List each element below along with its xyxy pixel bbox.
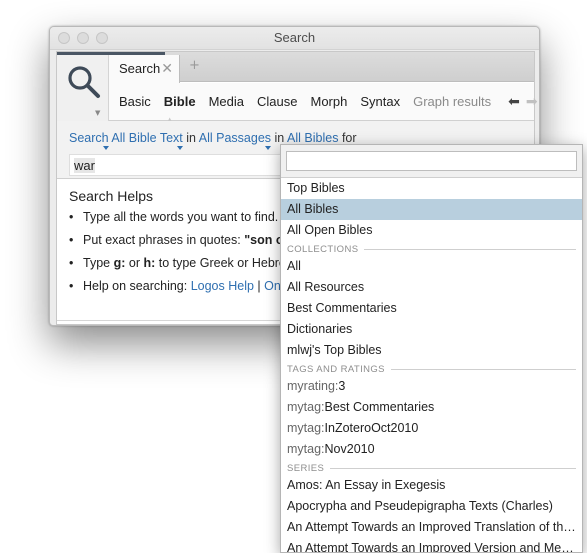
dropdown-filter-input[interactable] xyxy=(286,151,577,171)
menu-item[interactable]: mytag:Best Commentaries xyxy=(281,397,582,418)
menu-item[interactable]: All xyxy=(281,256,582,277)
menu-item[interactable]: myrating:3 xyxy=(281,376,582,397)
search-kind-dropdown[interactable]: Search xyxy=(69,131,109,145)
menu-item-top-bibles[interactable]: Top Bibles xyxy=(281,178,582,199)
nav-media[interactable]: Media xyxy=(209,94,244,109)
window-title: Search xyxy=(273,30,316,45)
menu-item[interactable]: An Attempt Towards an Improved Translati… xyxy=(281,517,582,538)
add-tab-icon[interactable]: + xyxy=(189,58,200,73)
resources-dropdown[interactable]: All Bibles xyxy=(287,131,338,145)
caret-down-icon: ▼ xyxy=(95,109,101,117)
menu-item-all-open-bibles[interactable]: All Open Bibles xyxy=(281,220,582,241)
search-menu-button[interactable]: ▼ xyxy=(57,55,109,121)
tab-strip: Search ✕ + xyxy=(57,52,534,83)
section-header-series: SERIES xyxy=(281,460,582,475)
search-scope-dropdown[interactable]: All Bible Text xyxy=(111,131,182,145)
resources-dropdown-menu: Top Bibles All Bibles All Open Bibles CO… xyxy=(280,144,583,553)
tab-search[interactable]: Search ✕ xyxy=(109,55,180,83)
search-query-input[interactable]: war xyxy=(69,154,299,176)
menu-item[interactable]: An Attempt Towards an Improved Version a… xyxy=(281,538,582,552)
query-sentence: Search All Bible Text in All Passages in… xyxy=(69,131,357,145)
section-header-tags: TAGS AND RATINGS xyxy=(281,361,582,376)
nav-morph[interactable]: Morph xyxy=(310,94,347,109)
menu-item[interactable]: mlwj's Top Bibles xyxy=(281,340,582,361)
section-header-collections: COLLECTIONS xyxy=(281,241,582,256)
nav-bible[interactable]: Bible xyxy=(164,94,196,109)
menu-item[interactable]: Amos: An Essay in Exegesis xyxy=(281,475,582,496)
menu-item[interactable]: Dictionaries xyxy=(281,319,582,340)
menu-item[interactable]: mytag:Nov2010 xyxy=(281,439,582,460)
magnifier-icon xyxy=(68,66,100,98)
search-query-text: war xyxy=(74,158,95,173)
in-label: in xyxy=(186,131,196,145)
menu-item[interactable]: Best Commentaries xyxy=(281,298,582,319)
in-label-2: in xyxy=(274,131,285,145)
menu-item[interactable]: All Resources xyxy=(281,277,582,298)
search-type-nav: Basic Bible Media Clause Morph Syntax Gr… xyxy=(109,83,538,121)
menu-item[interactable]: Apocrypha and Pseudepigrapha Texts (Char… xyxy=(281,496,582,517)
logos-help-link[interactable]: Logos Help xyxy=(191,279,254,293)
menu-item[interactable]: mytag:InZoteroOct2010 xyxy=(281,418,582,439)
menu-item-all-bibles[interactable]: All Bibles xyxy=(281,199,582,220)
nav-syntax[interactable]: Syntax xyxy=(360,94,400,109)
nav-clause[interactable]: Clause xyxy=(257,94,297,109)
close-tab-icon[interactable]: ✕ xyxy=(161,60,173,77)
dropdown-filter-area xyxy=(281,145,582,178)
for-label: for xyxy=(341,131,357,145)
back-arrow-icon[interactable]: ⬅ xyxy=(508,93,520,110)
nav-basic[interactable]: Basic xyxy=(119,94,151,109)
nav-graph-results[interactable]: Graph results xyxy=(413,94,491,109)
tab-label: Search xyxy=(119,61,161,76)
forward-arrow-icon[interactable]: ➡ xyxy=(526,93,538,110)
passages-dropdown[interactable]: All Passages xyxy=(199,131,271,145)
title-bar: Search xyxy=(50,27,539,50)
